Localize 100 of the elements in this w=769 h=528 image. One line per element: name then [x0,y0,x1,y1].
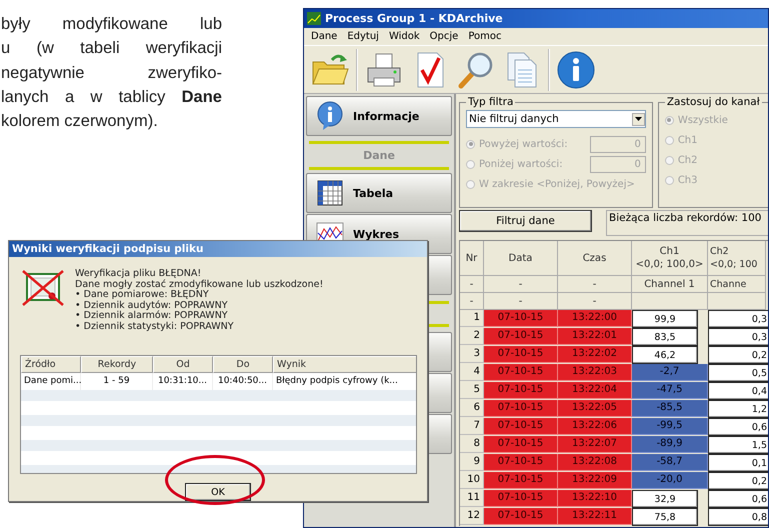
radio-label: Powyżej wartości: [479,138,569,150]
table-cell: 13:22:09 [558,472,632,490]
table-cell: 13:22:10 [558,490,632,508]
message-line: Weryfikacja pliku BŁĘDNA! [75,269,202,279]
info-icon[interactable] [556,50,596,90]
header-cell: - [558,276,632,293]
header-cell: Channe [708,276,766,293]
header-cell: - [460,276,484,293]
table-cell: 1,5 [708,436,768,454]
column-header: Nr [460,241,484,276]
table-cell: 0,6 [708,490,768,508]
row-number: 11 [460,490,484,508]
table-cell: 32,9 [632,490,698,508]
table-cell: 0,1 [708,454,768,472]
menu-item[interactable]: Edytuj [342,31,384,42]
table-cell: 07-10-15 [484,400,558,418]
table-cell: 75,8 [632,508,698,526]
table-cell: 83,5 [632,328,698,346]
paragraph-line: negatywnie zweryfiko- [1,62,222,84]
table-cell: 1,2 [708,400,768,418]
message-line: Dane mogły zostać zmodyfikowane lub uszkodzone! [75,280,324,290]
row-number: 8 [460,436,484,454]
column-header: Ch1 <0,0; 100,0> [632,241,708,276]
table-cell: 13:22:06 [558,418,632,436]
header-cell: - [484,276,558,293]
info-bubble-icon [315,101,345,131]
table-cell: 13:22:08 [558,454,632,472]
column-header[interactable]: Źródło [21,356,81,373]
table-cell: 0,2 [708,472,768,490]
row-number: 3 [460,346,484,364]
row-number: 1 [460,310,484,328]
row-number: 2 [460,328,484,346]
table-cell: 07-10-15 [484,310,558,328]
table-icon [315,178,345,208]
radio-label: Poniżej wartości: [479,158,564,170]
dropdown-arrow-icon [634,117,642,121]
table-cell: -99,5 [632,418,708,436]
message-line: • Dziennik alarmów: POPRAWNY [75,311,229,322]
section-header: Dane [309,140,449,170]
column-header[interactable]: Do [213,356,273,373]
dialog-title: Wyniki weryfikacji podpisu pliku [9,241,427,257]
sidebar-button[interactable]: Informacje [306,96,452,136]
app-icon [307,12,321,25]
table-cell: 0,6 [708,418,768,436]
filter-button[interactable]: Filtruj dane [459,210,592,232]
row-number: 12 [460,508,484,526]
table-cell: 07-10-15 [484,490,558,508]
table-cell: -20,0 [632,472,708,490]
table-cell: 0,8 [708,508,768,526]
column-header: Ch2 <0,0; 100 [708,241,766,276]
table-cell: 13:22:01 [558,328,632,346]
table-cell: 07-10-15 [484,454,558,472]
crossed-certificate-icon [21,269,65,307]
table-cell: -47,5 [632,382,708,400]
menu-item[interactable]: Widok [384,31,425,42]
ok-button[interactable]: OK [185,483,251,501]
column-header[interactable]: Rekordy [81,356,153,373]
radio-label: Ch3 [678,174,699,186]
record-count: Bieżąca liczba rekordów: 100 [606,210,768,236]
table-cell: 0,5 [708,364,768,382]
table-cell: 0,3 [708,328,768,346]
radio-label: W zakresie <Poniżej, Powyżej> [479,178,636,190]
table-cell: 0,2 [708,346,768,364]
filter-dropdown[interactable]: Nie filtruj danych [466,110,646,128]
table-cell: 07-10-15 [484,364,558,382]
table-cell: 07-10-15 [484,346,558,364]
header-cell: Channel 1 [632,276,708,293]
row-number: 7 [460,418,484,436]
menu-item[interactable]: Opcje [424,31,464,42]
table-cell: -58,7 [632,454,708,472]
radio-label: Wszystkie [678,114,729,126]
table-cell: 46,2 [632,346,698,364]
table-cell: 0,3 [708,310,768,328]
table-cell: 99,9 [632,310,698,328]
table-cell: 07-10-15 [484,436,558,454]
table-cell: 07-10-15 [484,382,558,400]
row-number: 5 [460,382,484,400]
table-cell: 13:22:02 [558,346,632,364]
sidebar-button[interactable]: Tabela [306,173,452,213]
radio-label: Ch2 [678,154,699,166]
column-header[interactable]: Wynik [273,356,416,373]
paragraph-line: lanych a w tablicy Dane [1,86,222,108]
row-number: 6 [460,400,484,418]
table-cell: 13:22:03 [558,364,632,382]
table-cell: 07-10-15 [484,472,558,490]
table-cell: 0,4 [708,382,768,400]
table-cell: -2,7 [632,364,708,382]
table-cell: 13:22:07 [558,436,632,454]
table-cell: 13:22:00 [558,310,632,328]
menu-item[interactable]: Dane [306,31,342,42]
group-label: Typ filtra [467,96,514,108]
header-cell: - [558,293,632,310]
table-cell: -85,5 [632,400,708,418]
table-cell: -89,9 [632,436,708,454]
table-cell: 13:22:11 [558,508,632,526]
row-number: 4 [460,364,484,382]
column-header[interactable]: Od [153,356,213,373]
row-number: 9 [460,454,484,472]
menu-item[interactable]: Pomoc [463,31,506,42]
table-cell: 13:22:04 [558,382,632,400]
